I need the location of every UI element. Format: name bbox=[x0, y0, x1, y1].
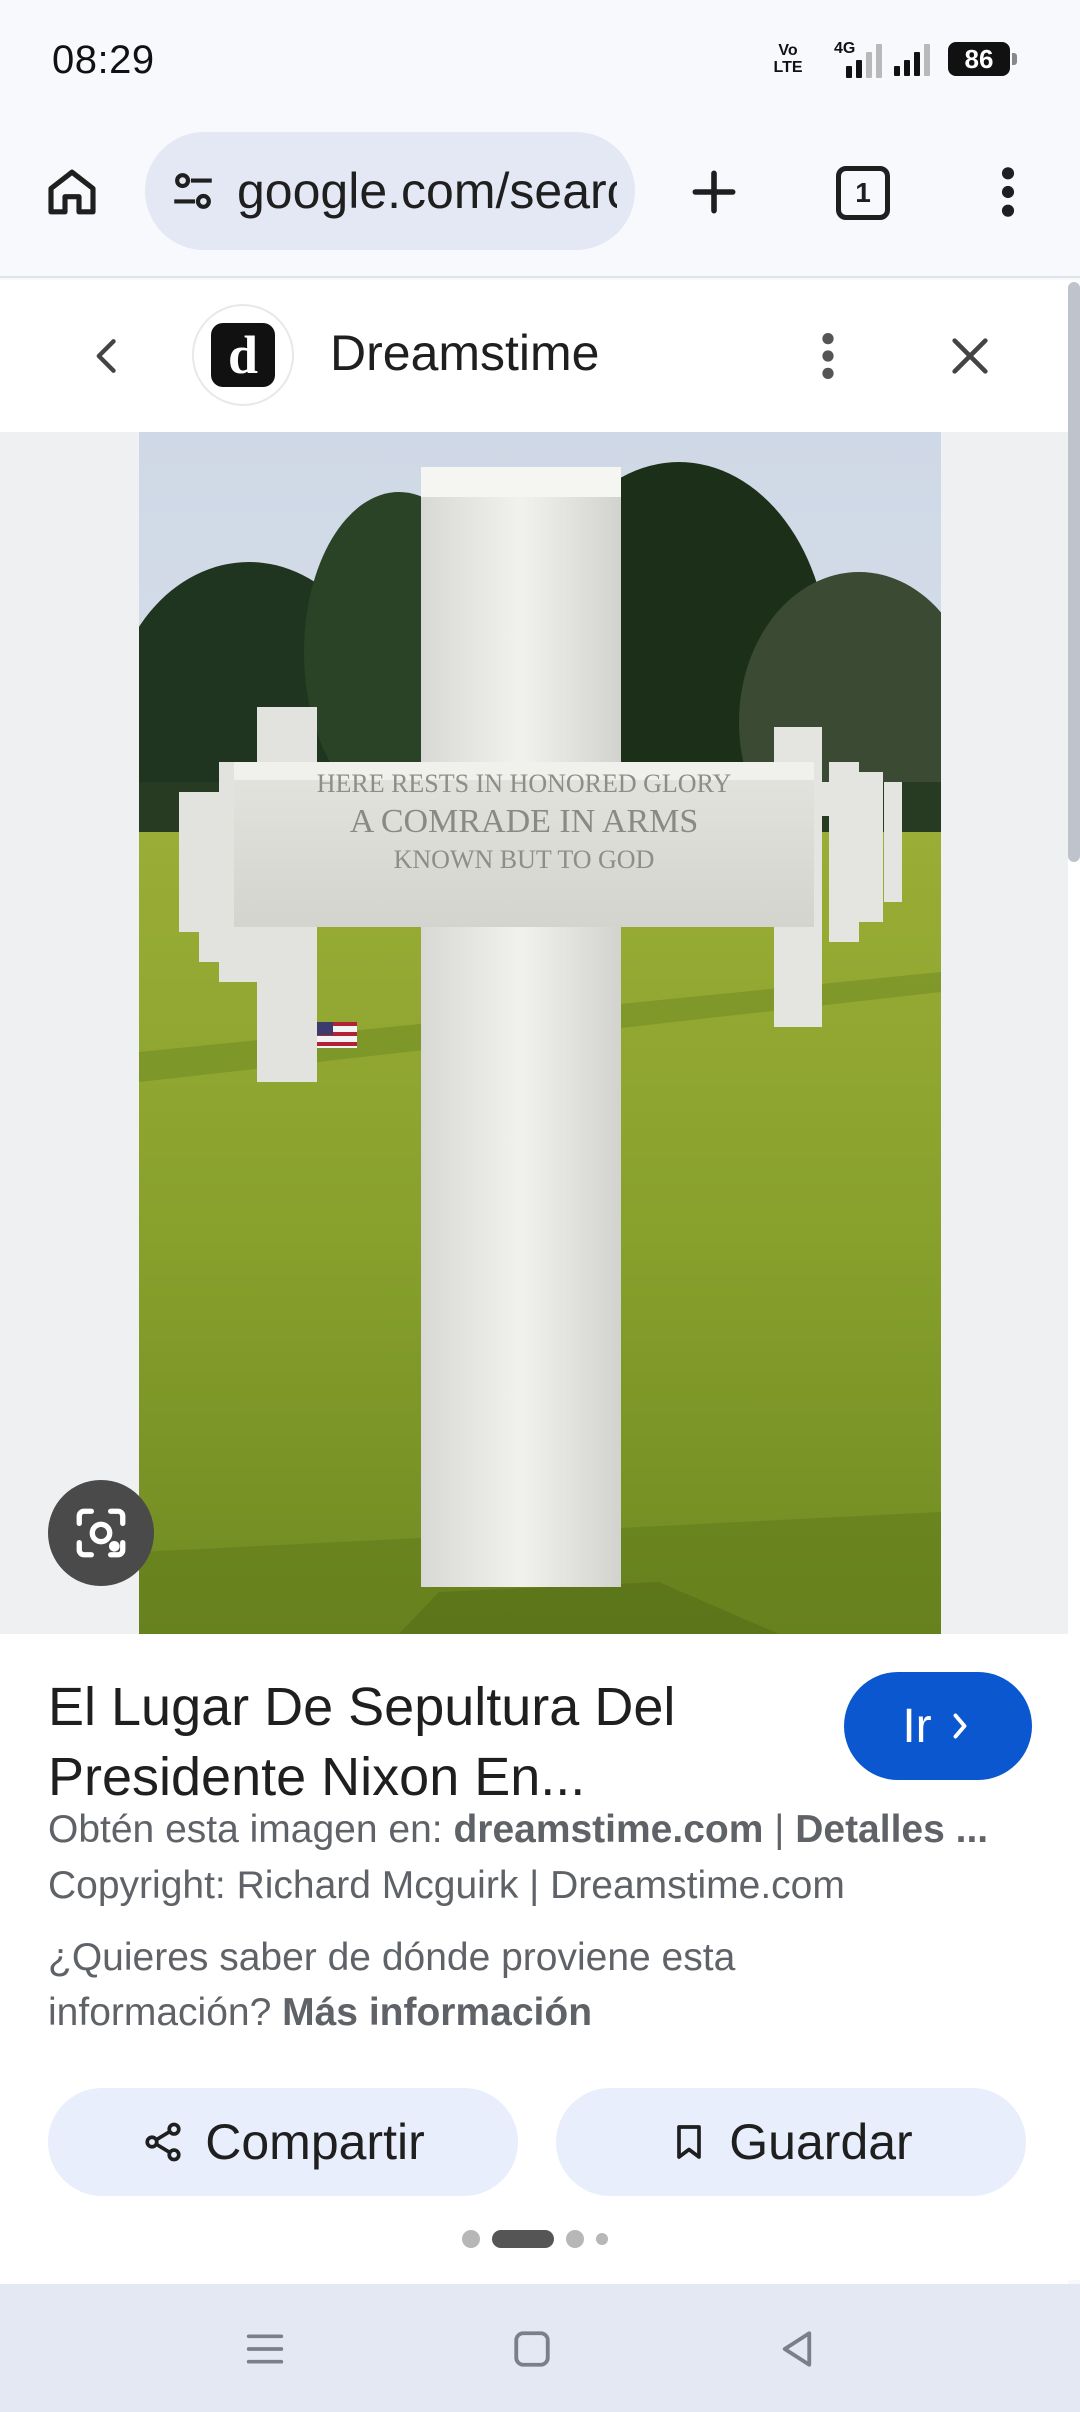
back-nav-button[interactable] bbox=[762, 2314, 832, 2384]
url-bar[interactable]: google.com/search bbox=[145, 132, 635, 250]
go-label: Ir bbox=[902, 1699, 932, 1753]
scrollbar-thumb[interactable] bbox=[1068, 282, 1080, 862]
browser-toolbar: google.com/search 1 bbox=[0, 120, 1080, 278]
image-preview-area: HERE RESTS IN HONORED GLORY A COMRADE IN… bbox=[0, 432, 1068, 1634]
home-icon bbox=[48, 169, 96, 215]
result-title[interactable]: El Lugar De Sepultura Del Presidente Nix… bbox=[48, 1672, 808, 1812]
url-text[interactable]: google.com/search bbox=[237, 162, 617, 220]
square-icon bbox=[514, 2331, 550, 2367]
home-nav-button[interactable] bbox=[497, 2314, 567, 2384]
status-icons: Vo LTE 4G 86 bbox=[764, 40, 1017, 78]
bookmark-icon bbox=[677, 2125, 702, 2159]
battery-icon: 86 bbox=[948, 42, 1017, 76]
more-vert-icon bbox=[1001, 167, 1015, 217]
share-button[interactable]: Compartir bbox=[48, 2088, 518, 2196]
back-button[interactable] bbox=[78, 326, 138, 386]
go-to-site-button[interactable]: Ir bbox=[844, 1672, 1032, 1780]
triangle-back-icon bbox=[782, 2331, 812, 2367]
carousel-indicator bbox=[462, 2230, 608, 2248]
carousel-dot bbox=[566, 2230, 584, 2248]
more-vert-icon bbox=[822, 333, 834, 379]
chevron-right-icon bbox=[953, 1713, 967, 1739]
image-viewer-header: d Dreamstime bbox=[0, 280, 1068, 432]
share-label: Compartir bbox=[205, 2114, 425, 2170]
dreamstime-logo-icon: d bbox=[211, 323, 275, 387]
share-icon bbox=[145, 2122, 181, 2162]
browser-menu-button[interactable] bbox=[980, 158, 1036, 226]
cemetery-cross-photo: HERE RESTS IN HONORED GLORY A COMRADE IN… bbox=[139, 432, 941, 1634]
tune-icon bbox=[174, 173, 212, 209]
menu-lines-icon bbox=[246, 2334, 284, 2364]
mobile-signal-4g-icon: 4G bbox=[830, 40, 882, 78]
battery-level: 86 bbox=[964, 43, 994, 74]
carousel-dot-active bbox=[492, 2230, 554, 2248]
save-label: Guardar bbox=[729, 2114, 913, 2170]
system-navigation-bar bbox=[0, 2284, 1080, 2412]
plus-icon bbox=[692, 170, 736, 214]
source-site-link[interactable]: dreamstime.com bbox=[453, 1808, 763, 1851]
inscription-line-2: A COMRADE IN ARMS bbox=[350, 803, 699, 840]
result-info-panel: El Lugar De Sepultura Del Presidente Nix… bbox=[0, 1634, 1068, 2284]
inscription-line-3: KNOWN BUT TO GOD bbox=[394, 845, 655, 874]
close-icon bbox=[952, 338, 988, 374]
carousel-dot bbox=[462, 2230, 480, 2248]
image-source-line: Obtén esta imagen en: dreamstime.com | D… bbox=[48, 1808, 1038, 1852]
result-image[interactable]: HERE RESTS IN HONORED GLORY A COMRADE IN… bbox=[139, 432, 941, 1634]
site-settings-button[interactable] bbox=[163, 161, 223, 221]
new-tab-button[interactable] bbox=[680, 158, 748, 226]
carousel-dot bbox=[596, 2233, 608, 2245]
status-bar: 08:29 Vo LTE 4G 86 bbox=[0, 0, 1080, 120]
more-info-link[interactable]: Más información bbox=[282, 1991, 592, 2034]
close-button[interactable] bbox=[940, 326, 1000, 386]
volte-indicator: Vo LTE bbox=[764, 42, 812, 76]
tab-switcher-button[interactable]: 1 bbox=[836, 166, 890, 220]
info-question: ¿Quieres saber de dónde proviene esta in… bbox=[48, 1930, 948, 2040]
site-name[interactable]: Dreamstime bbox=[330, 324, 599, 382]
details-link[interactable]: Detalles ... bbox=[795, 1808, 988, 1851]
recent-apps-button[interactable] bbox=[230, 2314, 300, 2384]
logo-letter: d bbox=[227, 325, 259, 385]
copyright-text: Copyright: Richard Mcguirk | Dreamstime.… bbox=[48, 1864, 845, 1907]
inscription-line-1: HERE RESTS IN HONORED GLORY bbox=[317, 769, 732, 798]
signal-strength-icon bbox=[894, 42, 930, 76]
chevron-left-icon bbox=[96, 339, 116, 373]
tab-count: 1 bbox=[855, 177, 871, 208]
volte-label: Vo LTE bbox=[773, 42, 803, 76]
save-button[interactable]: Guardar bbox=[556, 2088, 1026, 2196]
source-prefix: Obtén esta imagen en: bbox=[48, 1808, 454, 1851]
status-time: 08:29 bbox=[52, 38, 155, 82]
lens-icon bbox=[76, 1508, 126, 1558]
site-logo[interactable]: d bbox=[192, 304, 294, 406]
google-lens-button[interactable] bbox=[48, 1480, 154, 1586]
home-button[interactable] bbox=[38, 158, 106, 226]
panel-more-button[interactable] bbox=[800, 320, 856, 392]
source-separator: | bbox=[763, 1808, 796, 1851]
